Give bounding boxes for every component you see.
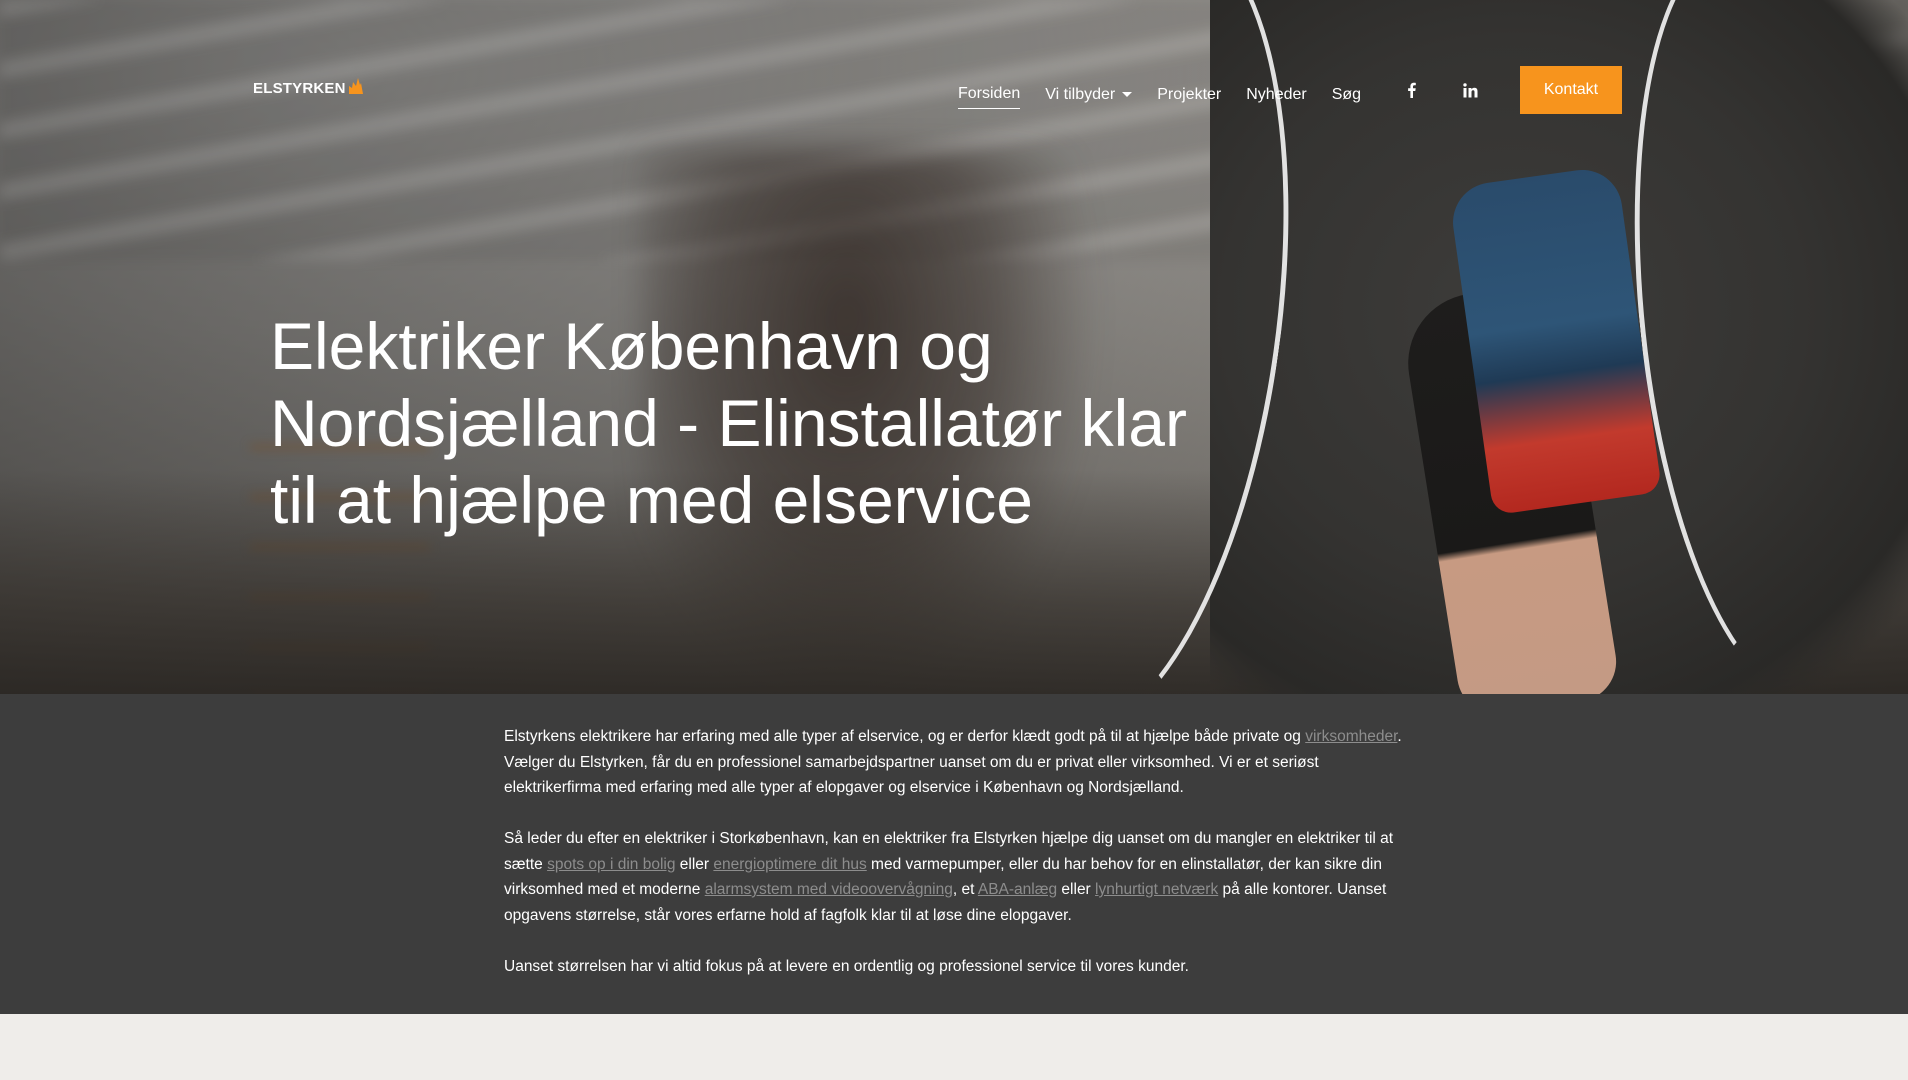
- intro-section: Elstyrkens elektrikere har erfaring med …: [0, 694, 1908, 1014]
- nav-item-vi-tilbyder[interactable]: Vi tilbyder: [1045, 85, 1133, 105]
- link-aba-anlaeg[interactable]: ABA-anlæg: [978, 881, 1057, 898]
- intro-paragraph-3: Uanset størrelsen har vi altid fokus på …: [504, 957, 1189, 975]
- main-nav: Forsiden Vi tilbyder Projekter Nyheder S…: [958, 80, 1386, 109]
- logo-text: ELSTYRKEN: [253, 80, 346, 97]
- intro-paragraph-2: Så leder du efter en elektriker i Storkø…: [504, 826, 1404, 928]
- facebook-icon[interactable]: [1402, 80, 1420, 100]
- link-netvaerk[interactable]: lynhurtigt netværk: [1095, 881, 1218, 898]
- site-header: ELSTYRKEN Forsiden Vi tilbyder Projekter…: [0, 0, 1908, 180]
- hero-title: Elektriker København og Nordsjælland - E…: [270, 309, 1187, 537]
- logo-flame-icon: [348, 78, 363, 94]
- caret-down-icon: [1122, 92, 1133, 97]
- link-spots[interactable]: spots op i din bolig: [547, 856, 675, 873]
- next-section-band: [0, 1014, 1908, 1080]
- text-segment: Elstyrkens elektrikere har erfaring med …: [504, 728, 1306, 745]
- link-alarmsystem[interactable]: alarmsystem med videoovervågning: [705, 881, 953, 898]
- linkedin-icon[interactable]: [1461, 80, 1479, 100]
- nav-item-forsiden[interactable]: Forsiden: [958, 84, 1021, 109]
- link-virksomheder[interactable]: virksomheder: [1305, 728, 1397, 745]
- intro-text: Elstyrkens elektrikere har erfaring med …: [504, 724, 1404, 1005]
- site-logo[interactable]: ELSTYRKEN: [253, 78, 363, 96]
- nav-item-nyheder[interactable]: Nyheder: [1246, 85, 1306, 105]
- text-segment: eller: [1057, 881, 1096, 898]
- link-energioptimere[interactable]: energioptimere dit hus: [713, 856, 866, 873]
- nav-item-sog[interactable]: Søg: [1332, 85, 1361, 105]
- text-segment: eller: [675, 855, 714, 873]
- intro-paragraph-1: Elstyrkens elektrikere har erfaring med …: [504, 724, 1404, 801]
- nav-item-label: Vi tilbyder: [1045, 85, 1116, 103]
- nav-item-projekter[interactable]: Projekter: [1157, 85, 1221, 105]
- contact-button[interactable]: Kontakt: [1520, 66, 1622, 114]
- text-segment: , et: [952, 881, 978, 898]
